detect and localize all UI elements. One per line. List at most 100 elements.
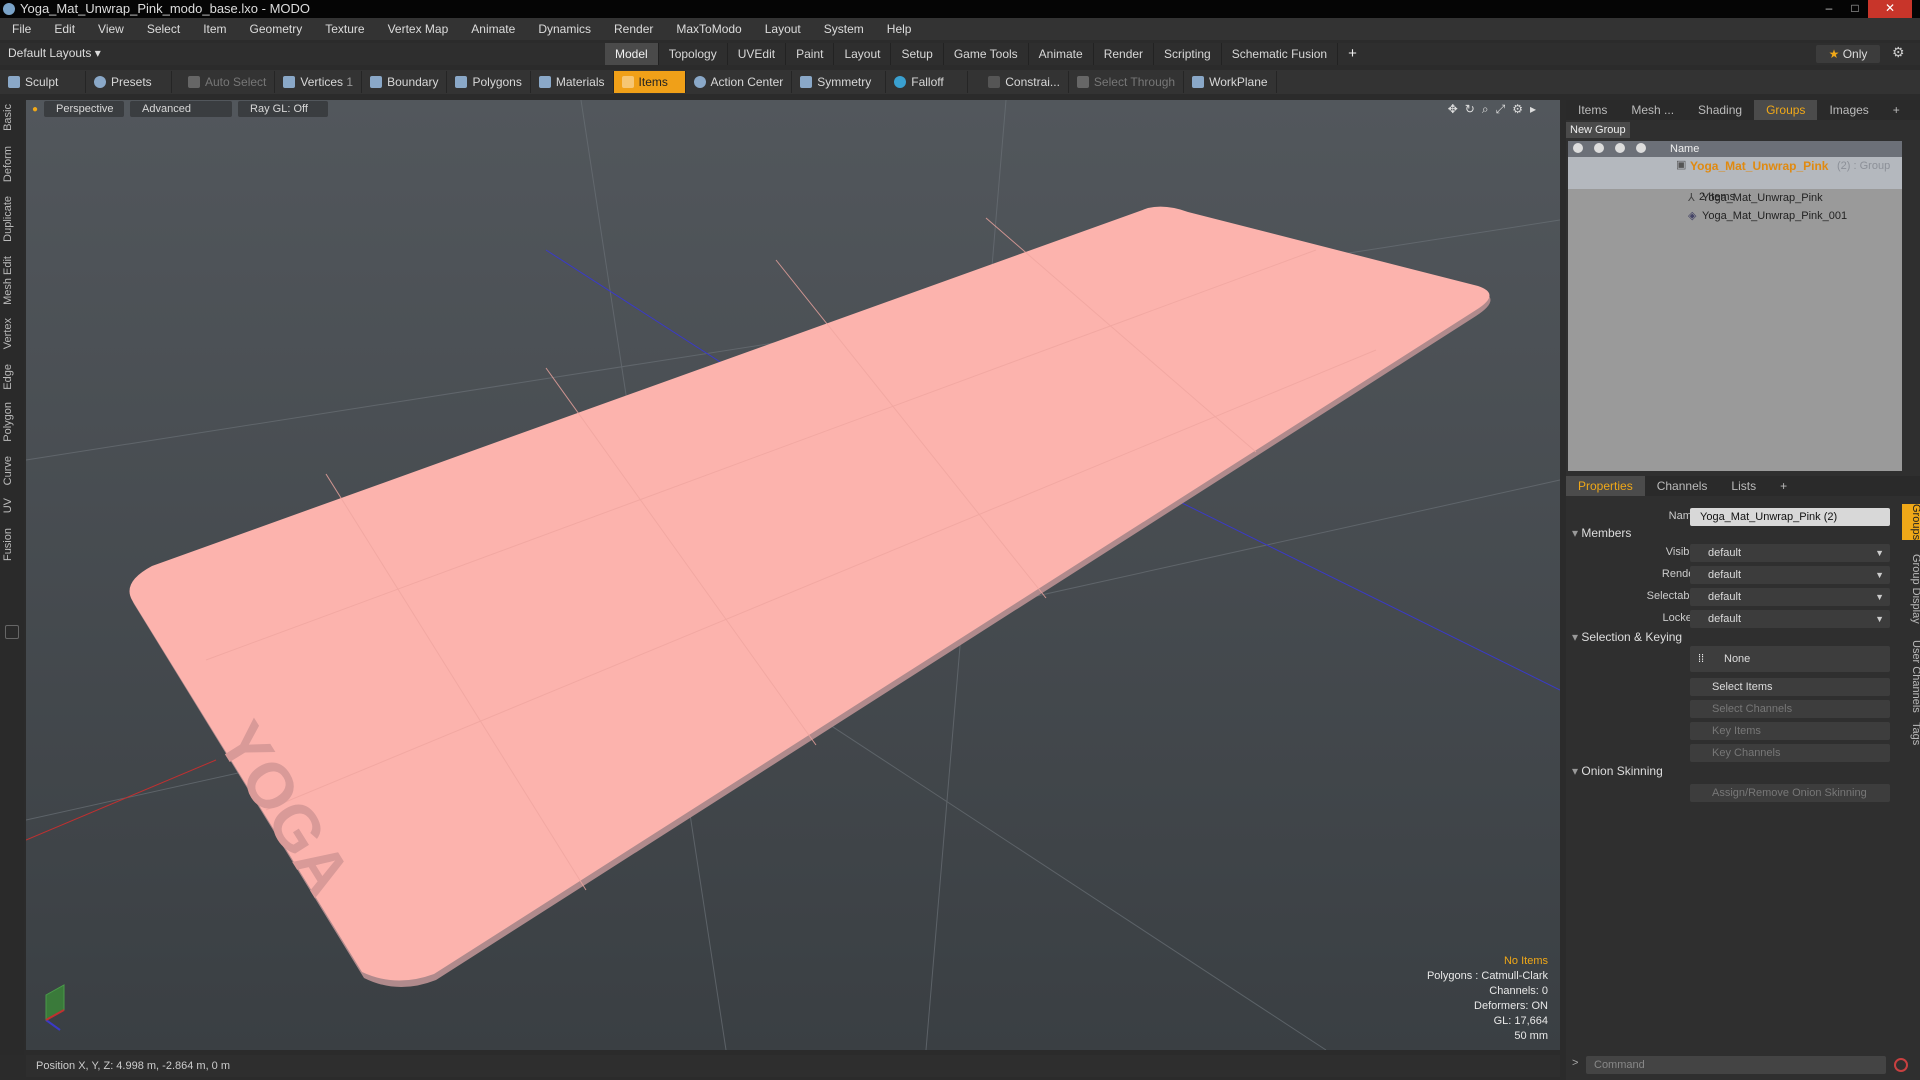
side-tab-group-display[interactable]: Group Display <box>1902 554 1920 624</box>
render-column-icon[interactable] <box>1594 143 1604 153</box>
record-macro-icon[interactable] <box>1894 1058 1908 1072</box>
symmetry-button[interactable]: Symmetry <box>792 71 887 93</box>
new-group-button[interactable]: New Group <box>1566 122 1630 138</box>
vtab-mesh-edit[interactable]: Mesh Edit <box>2 256 22 305</box>
group-member-row[interactable]: ⅄ Yoga_Mat_Unwrap_Pink <box>1568 189 1902 207</box>
tab-items[interactable]: Items <box>1566 100 1619 120</box>
constraints-button[interactable]: Constrai... <box>980 71 1069 93</box>
key-items-button[interactable]: Key Items <box>1690 722 1890 740</box>
tab-paint[interactable]: Paint <box>786 43 835 65</box>
tab-channels[interactable]: Channels <box>1645 476 1720 496</box>
add-tab-icon[interactable]: + <box>1338 43 1367 65</box>
vtab-polygon[interactable]: Polygon <box>2 402 22 442</box>
tab-uvedit[interactable]: UVEdit <box>728 43 787 65</box>
vtab-uv[interactable]: UV <box>2 498 22 513</box>
vtab-fusion[interactable]: Fusion <box>2 528 22 561</box>
select-items-button[interactable]: Select Items <box>1690 678 1890 696</box>
vtab-vertex[interactable]: Vertex <box>2 318 22 349</box>
only-toggle-button[interactable]: ★ Only <box>1816 45 1880 63</box>
render-dropdown[interactable]: default ▼ <box>1690 566 1890 584</box>
tab-images[interactable]: Images <box>1817 100 1880 120</box>
side-tab-user-channels[interactable]: User Channels <box>1902 640 1920 713</box>
boundary-button[interactable]: Boundary <box>362 71 448 93</box>
select-channels-button[interactable]: Select Channels <box>1690 700 1890 718</box>
tab-setup[interactable]: Setup <box>891 43 944 65</box>
menu-file[interactable]: File <box>12 22 31 36</box>
maximize-button[interactable]: □ <box>1842 0 1868 18</box>
lock-column-icon[interactable] <box>1615 143 1625 153</box>
select-column-icon[interactable] <box>1636 143 1646 153</box>
action-center-button[interactable]: Action Center <box>686 71 793 93</box>
command-input[interactable]: Command <box>1586 1056 1886 1074</box>
tab-layout[interactable]: Layout <box>834 43 892 65</box>
menu-dynamics[interactable]: Dynamics <box>538 22 591 36</box>
vertices-button[interactable]: Vertices 1 <box>275 71 363 93</box>
polygons-button[interactable]: Polygons <box>447 71 531 93</box>
falloff-button[interactable]: Falloff <box>886 71 969 93</box>
group-member-row[interactable]: ◈ Yoga_Mat_Unwrap_Pink_001 <box>1568 207 1902 225</box>
menu-texture[interactable]: Texture <box>325 22 364 36</box>
menu-item[interactable]: Item <box>203 22 226 36</box>
materials-button[interactable]: Materials <box>531 71 614 93</box>
menu-vertex-map[interactable]: Vertex Map <box>388 22 449 36</box>
viewport-menu-icon[interactable]: ● <box>32 104 38 115</box>
vtab-edge[interactable]: Edge <box>2 364 22 390</box>
menu-view[interactable]: View <box>98 22 124 36</box>
select-through-button[interactable]: Select Through <box>1069 71 1185 93</box>
viewport-settings-icon[interactable]: ⚙ <box>1512 102 1523 117</box>
tab-animate[interactable]: Animate <box>1029 43 1094 65</box>
locked-dropdown[interactable]: default ▼ <box>1690 610 1890 628</box>
menu-help[interactable]: Help <box>887 22 912 36</box>
auto-select-button[interactable]: Auto Select <box>180 71 276 93</box>
visibility-column-icon[interactable] <box>1573 143 1583 153</box>
sculpt-button[interactable]: Sculpt <box>0 71 86 93</box>
group-row[interactable]: ▣ Yoga_Mat_Unwrap_Pink (2) : Group <box>1568 157 1902 189</box>
selection-keying-section[interactable]: Selection & Keying <box>1572 630 1682 644</box>
tab-scripting[interactable]: Scripting <box>1154 43 1222 65</box>
visible-dropdown[interactable]: default ▼ <box>1690 544 1890 562</box>
vtab-basic[interactable]: Basic <box>2 104 22 131</box>
tab-topology[interactable]: Topology <box>659 43 728 65</box>
selectable-dropdown[interactable]: default ▼ <box>1690 588 1890 606</box>
menu-animate[interactable]: Animate <box>471 22 515 36</box>
vtab-duplicate[interactable]: Duplicate <box>2 196 22 242</box>
view-perspective-button[interactable]: Perspective <box>44 101 125 117</box>
menu-geometry[interactable]: Geometry <box>250 22 303 36</box>
menu-edit[interactable]: Edit <box>54 22 75 36</box>
side-tab-groups[interactable]: Groups <box>1902 504 1920 541</box>
tab-properties[interactable]: Properties <box>1566 476 1645 496</box>
add-panel-tab-icon[interactable]: + <box>1881 100 1912 120</box>
maximize-view-icon[interactable]: ⤢ <box>1496 102 1506 117</box>
shading-advanced-button[interactable]: Advanced <box>130 101 233 117</box>
3d-viewport[interactable]: YOGA ● Perspective Advanced Ray GL: Off … <box>26 100 1560 1050</box>
vtab-deform[interactable]: Deform <box>2 146 22 182</box>
tab-lists[interactable]: Lists <box>1719 476 1768 496</box>
menu-maxtomodo[interactable]: MaxToModo <box>676 22 741 36</box>
tab-game-tools[interactable]: Game Tools <box>944 43 1029 65</box>
zoom-view-icon[interactable]: ⌕ <box>1482 102 1489 117</box>
layout-selector[interactable]: Default Layouts ▾ <box>8 46 101 60</box>
menu-system[interactable]: System <box>824 22 864 36</box>
expand-icon[interactable] <box>5 625 19 639</box>
menu-select[interactable]: Select <box>147 22 180 36</box>
rotate-view-icon[interactable]: ↻ <box>1465 102 1475 117</box>
items-button[interactable]: Items <box>613 71 686 93</box>
tab-mesh[interactable]: Mesh ... <box>1619 100 1686 120</box>
key-channels-button[interactable]: Key Channels <box>1690 744 1890 762</box>
move-view-icon[interactable]: ✥ <box>1448 102 1458 117</box>
vtab-curve[interactable]: Curve <box>2 456 22 485</box>
add-properties-tab-icon[interactable]: + <box>1768 476 1799 496</box>
viewport-arrow-icon[interactable]: ▸ <box>1530 102 1536 117</box>
gear-icon[interactable]: ⚙ <box>1892 44 1905 61</box>
tab-render[interactable]: Render <box>1094 43 1155 65</box>
tab-groups[interactable]: Groups <box>1754 100 1818 120</box>
onion-skinning-button[interactable]: Assign/Remove Onion Skinning <box>1690 784 1890 802</box>
workplane-button[interactable]: WorkPlane <box>1184 71 1277 93</box>
close-button[interactable]: ✕ <box>1868 0 1912 18</box>
tab-model[interactable]: Model <box>605 43 659 65</box>
menu-render[interactable]: Render <box>614 22 653 36</box>
side-tab-tags[interactable]: Tags <box>1902 722 1920 745</box>
minimize-button[interactable]: – <box>1816 0 1842 18</box>
members-section[interactable]: Members <box>1572 526 1631 540</box>
tab-schematic-fusion[interactable]: Schematic Fusion <box>1222 43 1339 65</box>
